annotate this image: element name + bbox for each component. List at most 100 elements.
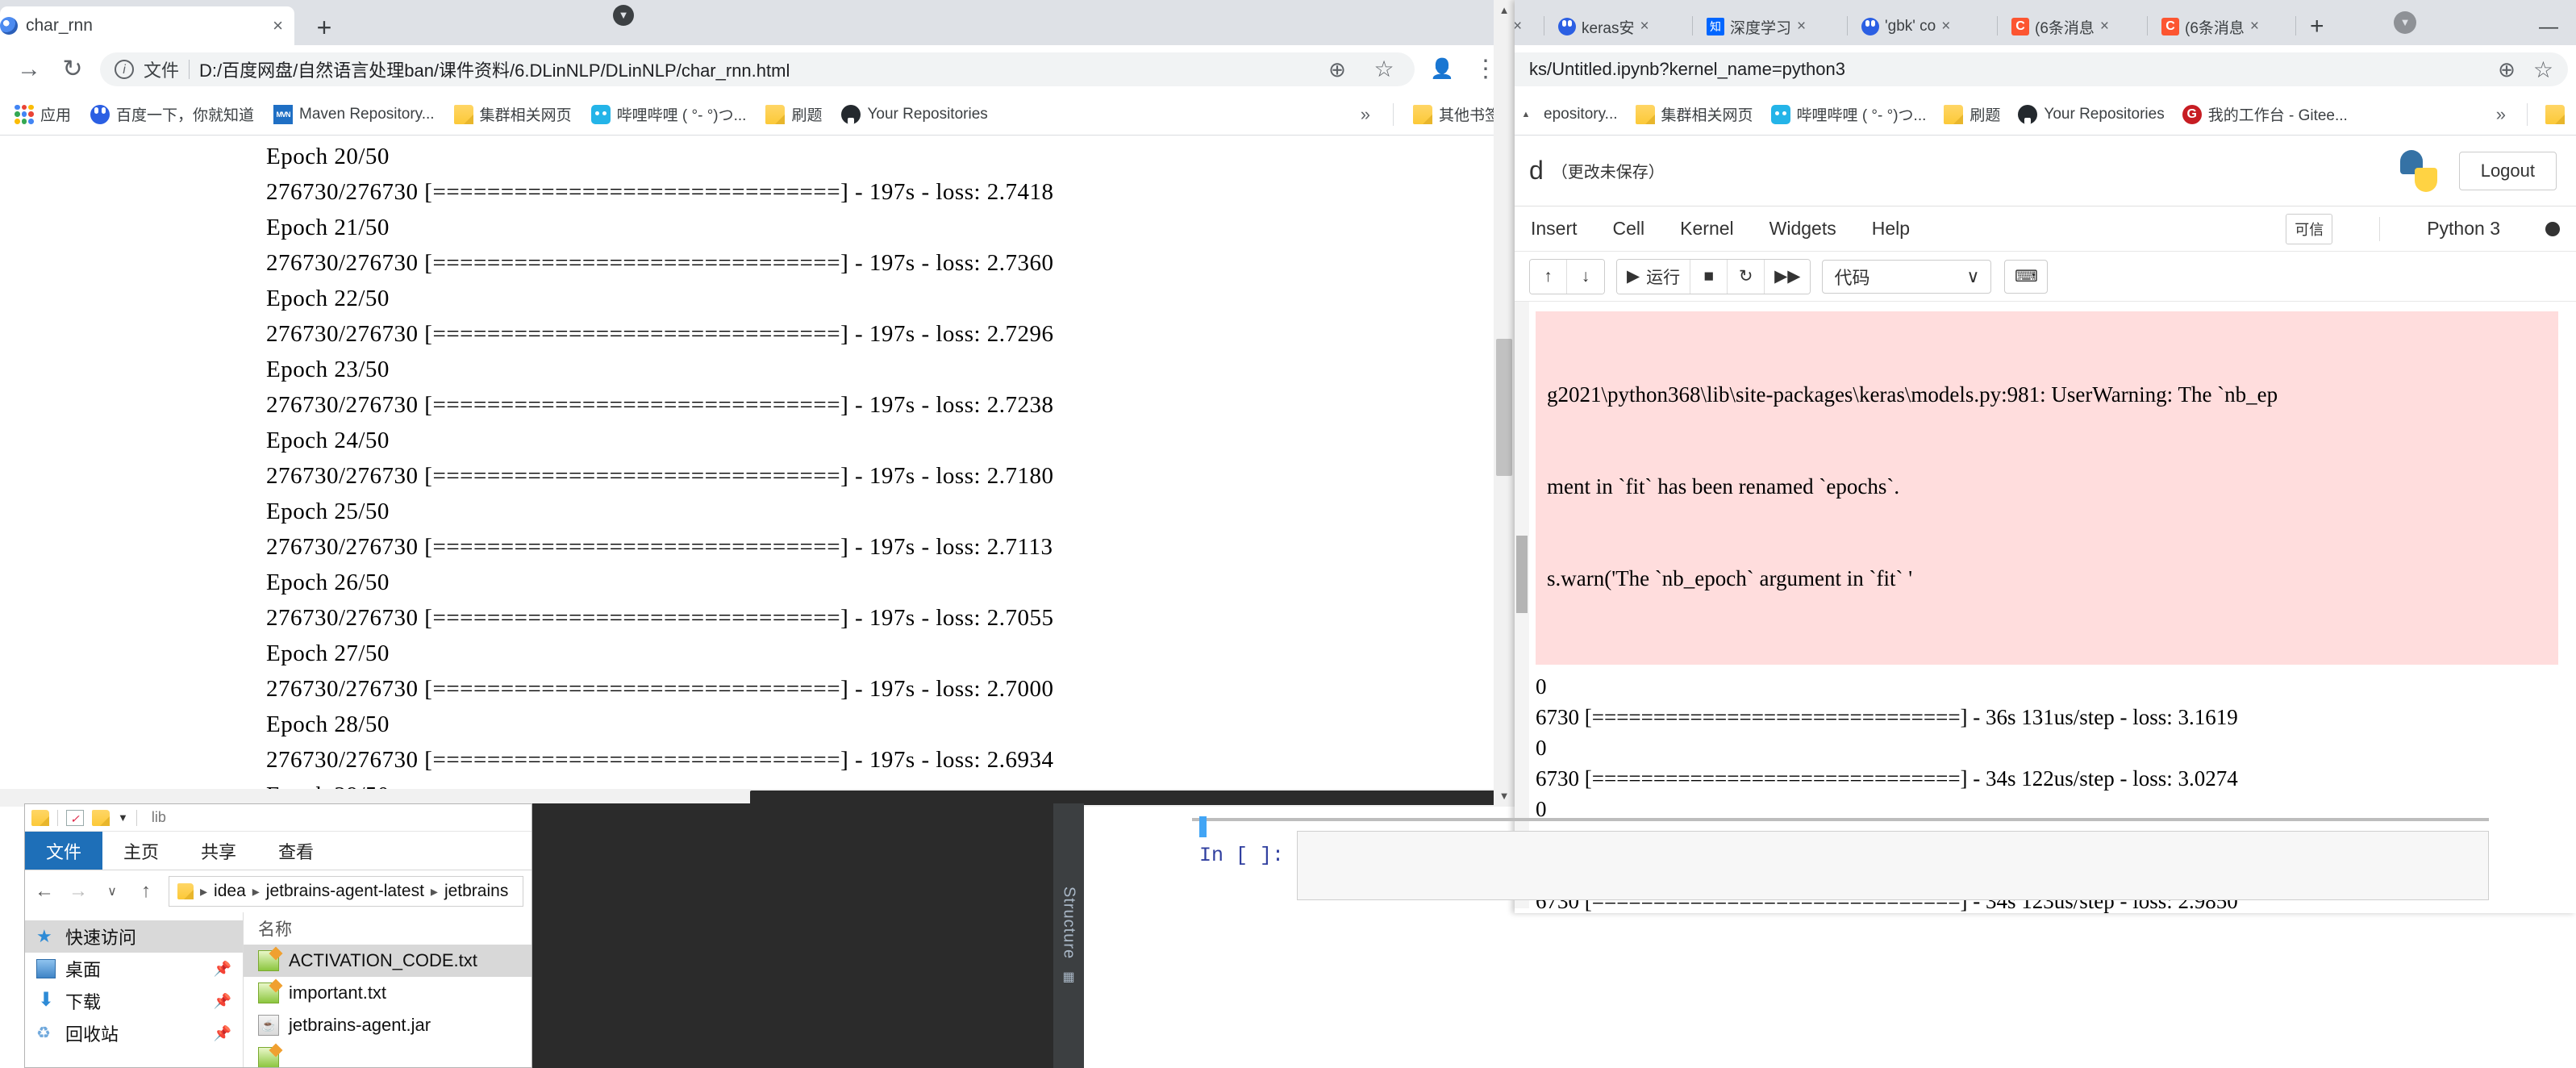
new-tab-button[interactable]: + — [2310, 13, 2324, 40]
recent-locations-button[interactable]: ∨ — [101, 883, 123, 899]
interrupt-kernel-button[interactable]: ■ — [1690, 259, 1728, 294]
pin-icon[interactable]: 📌 — [214, 961, 231, 978]
bookmark-bilibili[interactable]: 哔哩哔哩 ( °- °)つ... — [585, 100, 753, 128]
bookmark-your-repositories[interactable]: Your Repositories — [2011, 102, 2170, 127]
bookmark-your-repositories[interactable]: Your Repositories — [835, 102, 994, 127]
restart-and-run-all-button[interactable]: ▶▶ — [1765, 259, 1811, 294]
minimize-button[interactable]: — — [2539, 16, 2558, 39]
pin-icon[interactable]: 📌 — [214, 1025, 231, 1042]
list-item[interactable]: ACTIVATION_CODE.txt — [244, 945, 531, 977]
structure-tool-window-button[interactable]: Structure ▦ — [1053, 803, 1084, 1068]
up-button[interactable]: ↑ — [135, 880, 157, 903]
list-item[interactable]: ☕ jetbrains-agent.jar — [244, 1009, 531, 1041]
bookmark-shuati[interactable]: 刷题 — [759, 100, 828, 128]
back-button[interactable]: ← — [33, 880, 56, 903]
forward-button[interactable]: → — [67, 880, 90, 903]
vertical-scrollbar[interactable]: ▲ ▼ — [1494, 0, 1515, 807]
bookmark-shuati[interactable]: 刷题 — [1937, 100, 2007, 128]
close-icon[interactable]: × — [273, 15, 283, 36]
chevron-down-icon[interactable]: ▼ — [118, 811, 128, 824]
ribbon-tab-view[interactable]: 查看 — [257, 832, 335, 870]
ribbon-tab-share[interactable]: 共享 — [180, 832, 257, 870]
address-bar[interactable]: i 文件 D:/百度网盘/自然语言处理ban/课件资料/6.DLinNLP/DL… — [100, 52, 1415, 86]
breadcrumb-item-jetbrains[interactable]: jetbrains — [444, 882, 508, 901]
menu-cell[interactable]: Cell — [1613, 218, 1645, 240]
properties-icon[interactable]: ✓ — [66, 809, 84, 826]
bookmark-star-icon[interactable]: ☆ — [1368, 53, 1400, 86]
pin-icon[interactable]: 📌 — [214, 993, 231, 1010]
browser-tab-zhihu[interactable]: 知 深度学习 × — [1700, 8, 1812, 45]
bookmark-other-bookmarks[interactable] — [2539, 102, 2571, 127]
new-folder-icon[interactable] — [92, 809, 110, 826]
url-text[interactable]: ks/Untitled.ipynb?kernel_name=python3 — [1529, 59, 1845, 80]
info-icon[interactable]: i — [115, 60, 134, 79]
run-button[interactable]: ▶ 运行 — [1617, 259, 1691, 294]
close-icon[interactable]: × — [1515, 18, 1522, 35]
menu-widgets[interactable]: Widgets — [1769, 218, 1836, 240]
move-cell-up-button[interactable]: ↑ — [1530, 259, 1567, 294]
browser-tab-csdn-2[interactable]: C (6条消息 × — [2155, 8, 2265, 45]
close-icon[interactable]: × — [1640, 18, 1649, 35]
restart-kernel-button[interactable]: ↻ — [1728, 259, 1765, 294]
scrollbar-thumb[interactable] — [1516, 536, 1528, 613]
bookmarks-overflow-button[interactable]: » — [1351, 104, 1380, 125]
column-header-name[interactable]: 名称 — [244, 912, 531, 945]
code-input-editor[interactable] — [1297, 831, 2489, 900]
reload-icon[interactable]: ↻ — [56, 53, 89, 86]
scroll-up-icon[interactable]: ▲ — [1519, 106, 1532, 123]
list-item[interactable] — [244, 1041, 531, 1067]
logout-button[interactable]: Logout — [2458, 151, 2557, 190]
new-tab-button[interactable]: + — [308, 13, 340, 45]
bookmarks-overflow-button[interactable]: » — [2486, 104, 2516, 125]
cell-type-select[interactable]: 代码 ∨ — [1822, 259, 1992, 294]
breadcrumb-item-jetbrains-agent-latest[interactable]: jetbrains-agent-latest — [266, 882, 424, 901]
menu-help[interactable]: Help — [1872, 218, 1910, 240]
bookmark-other-bookmarks[interactable]: 其他书签 — [1407, 100, 1507, 128]
bookmark-cluster-pages[interactable]: 集群相关网页 — [1629, 100, 1760, 128]
scroll-up-icon[interactable]: ▲ — [1494, 0, 1515, 21]
folder-icon[interactable] — [31, 809, 49, 826]
bookmark-maven-repository[interactable]: epository... — [1537, 102, 1624, 127]
sidebar-item-downloads[interactable]: ⬇ 下载 📌 — [25, 985, 243, 1017]
menu-kernel[interactable]: Kernel — [1680, 218, 1733, 240]
breadcrumb[interactable]: ▸ idea ▸ jetbrains-agent-latest ▸ jetbra… — [169, 876, 523, 907]
bookmark-star-icon[interactable]: ☆ — [2533, 56, 2553, 83]
browser-tab-keras[interactable]: keras安 × — [1552, 8, 1656, 45]
bookmark-baidu[interactable]: 百度一下，你就知道 — [84, 100, 261, 128]
address-bar[interactable]: ks/Untitled.ipynb?kernel_name=python3 ⊕ … — [1515, 52, 2568, 86]
zoom-icon[interactable]: ⊕ — [2498, 57, 2516, 82]
trust-badge[interactable]: 可信 — [2286, 213, 2333, 244]
browser-tab-0[interactable]: × — [1515, 8, 1528, 45]
bookmark-maven-repository[interactable]: MVN Maven Repository... — [267, 102, 441, 127]
browser-tab-char-rnn[interactable]: char_rnn × — [0, 6, 294, 45]
chevron-down-icon[interactable]: ▼ — [613, 5, 634, 26]
scrollbar-thumb[interactable] — [1496, 339, 1512, 476]
url-text[interactable]: D:/百度网盘/自然语言处理ban/课件资料/6.DLinNLP/DLinNLP… — [199, 56, 1311, 82]
menu-insert[interactable]: Insert — [1531, 218, 1578, 240]
list-item[interactable]: important.txt — [244, 977, 531, 1009]
scroll-down-icon[interactable]: ▼ — [1494, 786, 1515, 807]
sidebar-item-desktop[interactable]: 桌面 📌 — [25, 953, 243, 985]
browser-tab-gbk[interactable]: 'gbk' co × — [1855, 8, 1957, 45]
close-icon[interactable]: × — [2100, 18, 2109, 35]
notebook-input-cell[interactable]: In [ ]: — [1192, 831, 2489, 913]
browser-tab-csdn-1[interactable]: C (6条消息 × — [2005, 8, 2115, 45]
ribbon-tab-home[interactable]: 主页 — [102, 832, 180, 870]
close-icon[interactable]: × — [1797, 18, 1806, 35]
bookmark-gitee-workbench[interactable]: G 我的工作台 - Gitee... — [2176, 100, 2354, 128]
bookmark-bilibili[interactable]: 哔哩哔哩 ( °- °)つ... — [1765, 100, 1933, 128]
close-icon[interactable]: × — [2250, 18, 2259, 35]
notebook-title[interactable]: d — [1529, 156, 1544, 186]
chevron-down-icon[interactable]: ▼ — [2394, 11, 2416, 34]
breadcrumb-item-idea[interactable]: idea — [214, 882, 246, 901]
forward-icon[interactable]: → — [13, 53, 45, 86]
command-palette-button[interactable]: ⌨ — [2004, 259, 2049, 294]
bookmark-cluster-pages[interactable]: 集群相关网页 — [448, 100, 578, 128]
ribbon-tab-file[interactable]: 文件 — [25, 832, 103, 870]
move-cell-down-button[interactable]: ↓ — [1567, 259, 1604, 294]
sidebar-item-quick-access[interactable]: ★ 快速访问 — [25, 920, 243, 953]
avatar[interactable]: 👤 — [1426, 53, 1458, 86]
bookmark-apps[interactable]: 应用 — [8, 100, 77, 128]
sidebar-item-recycle-bin[interactable]: ♻ 回收站 📌 — [25, 1017, 243, 1049]
close-icon[interactable]: × — [1941, 18, 1950, 35]
